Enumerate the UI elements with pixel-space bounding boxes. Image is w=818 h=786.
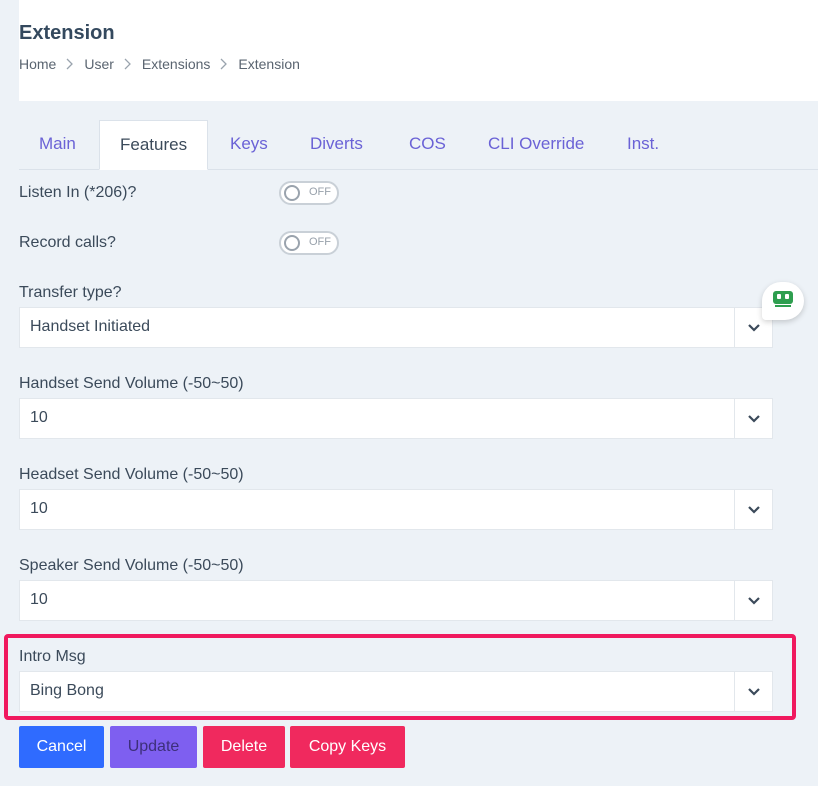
handset-send-volume-value: 10: [30, 409, 48, 426]
headset-send-volume-select[interactable]: 10: [19, 489, 773, 530]
listen-in-label: Listen In (*206)?: [19, 184, 137, 201]
record-calls-label: Record calls?: [19, 234, 116, 251]
chevron-right-icon: [220, 58, 228, 70]
tab-diverts[interactable]: Diverts: [290, 120, 383, 169]
assistant-widget[interactable]: [762, 282, 804, 320]
headset-send-volume-label: Headset Send Volume (-50~50): [19, 466, 244, 483]
tab-keys[interactable]: Keys: [210, 120, 288, 169]
speaker-send-volume-label: Speaker Send Volume (-50~50): [19, 557, 244, 574]
tab-cos[interactable]: COS: [389, 120, 466, 169]
headset-send-volume-value: 10: [30, 500, 48, 517]
transfer-type-select[interactable]: Handset Initiated: [19, 307, 773, 348]
update-button[interactable]: Update: [110, 726, 197, 768]
breadcrumb-extension: Extension: [238, 56, 300, 72]
delete-button[interactable]: Delete: [203, 726, 285, 768]
toggle-knob: [284, 185, 300, 201]
transfer-type-value: Handset Initiated: [30, 318, 151, 335]
speaker-send-volume-value: 10: [30, 591, 48, 608]
intro-msg-label: Intro Msg: [19, 648, 86, 665]
toggle-knob: [284, 235, 300, 251]
tab-bar: Main Features Keys Diverts COS CLI Overr…: [19, 120, 818, 170]
speaker-send-volume-select[interactable]: 10: [19, 580, 773, 621]
page-header: [19, 0, 818, 101]
tab-cli-override[interactable]: CLI Override: [468, 120, 604, 169]
handset-send-volume-select[interactable]: 10: [19, 398, 773, 439]
tab-main[interactable]: Main: [19, 120, 96, 169]
breadcrumb: Home User Extensions Extension: [19, 56, 300, 72]
breadcrumb-home[interactable]: Home: [19, 56, 56, 72]
record-calls-toggle[interactable]: OFF: [279, 231, 339, 255]
transfer-type-label: Transfer type?: [19, 284, 122, 301]
listen-in-toggle[interactable]: OFF: [279, 181, 339, 205]
chevron-down-icon: [734, 581, 772, 620]
tab-inst[interactable]: Inst.: [607, 120, 679, 169]
chevron-right-icon: [66, 58, 74, 70]
intro-msg-select[interactable]: Bing Bong: [19, 671, 773, 712]
handset-send-volume-label: Handset Send Volume (-50~50): [19, 375, 244, 392]
chevron-down-icon: [734, 399, 772, 438]
breadcrumb-extensions[interactable]: Extensions: [142, 56, 210, 72]
chevron-down-icon: [734, 490, 772, 529]
chevron-right-icon: [124, 58, 132, 70]
copy-keys-button[interactable]: Copy Keys: [290, 726, 405, 768]
chevron-down-icon: [734, 672, 772, 711]
tab-features[interactable]: Features: [99, 120, 209, 170]
cancel-button[interactable]: Cancel: [19, 726, 104, 768]
toggle-state-text: OFF: [309, 186, 331, 198]
breadcrumb-user[interactable]: User: [84, 56, 114, 72]
intro-msg-value: Bing Bong: [30, 682, 104, 699]
robot-icon: [772, 290, 794, 313]
page-title: Extension: [19, 22, 115, 44]
toggle-state-text: OFF: [309, 236, 331, 248]
